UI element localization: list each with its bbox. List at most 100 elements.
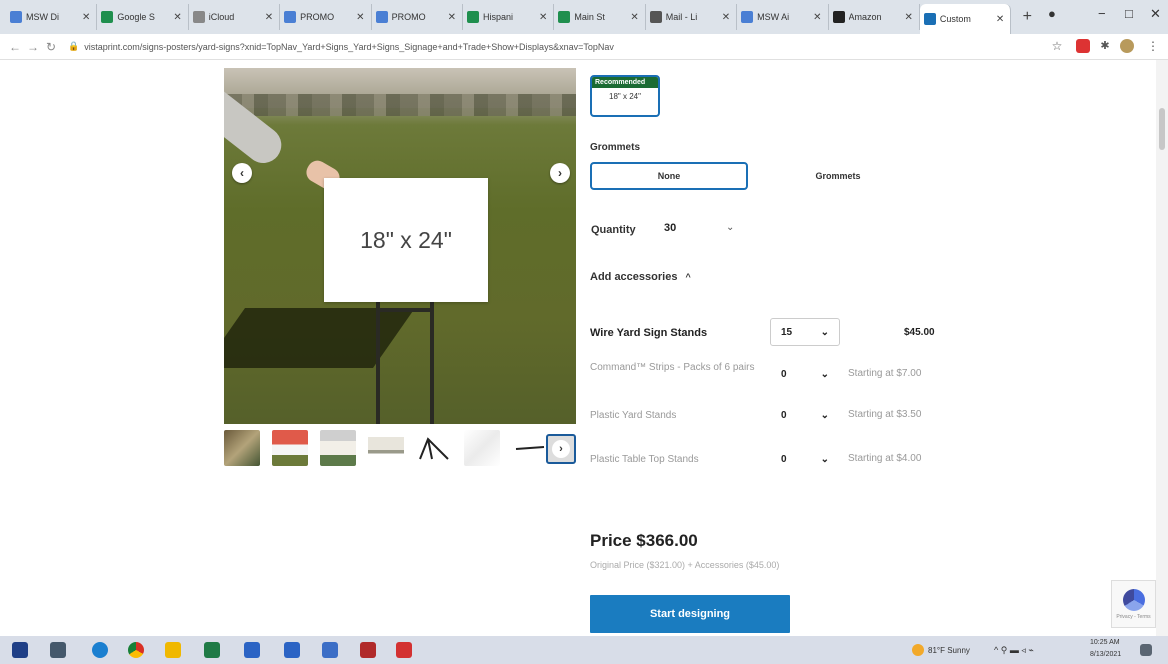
profile-icon[interactable]: ● <box>1048 6 1056 21</box>
chrome-icon[interactable] <box>128 642 144 658</box>
extension-red-icon[interactable] <box>1076 39 1090 53</box>
access-icon[interactable] <box>360 642 376 658</box>
close-tab-icon[interactable]: ✕ <box>173 12 181 23</box>
accessory-qty-select[interactable]: 0 ⌄ <box>770 445 840 473</box>
close-tab-icon[interactable]: ✕ <box>448 12 456 23</box>
thumb-wire[interactable] <box>512 430 548 466</box>
back-icon[interactable]: ← <box>6 40 24 54</box>
total-price: Price $366.00 <box>590 531 698 550</box>
browser-tab-label: Hispani <box>482 12 513 22</box>
quantity-label: Quantity <box>591 224 636 236</box>
star-icon[interactable]: ☆ <box>1050 39 1064 53</box>
menu-icon[interactable]: ⋮ <box>1146 39 1160 53</box>
minimize-icon[interactable]: − <box>1098 6 1106 21</box>
grommet-grommets-option[interactable]: Grommets <box>770 162 906 190</box>
accessory-name: Plastic Table Top Stands <box>590 454 699 465</box>
docs-icon <box>375 11 388 23</box>
browser-tab[interactable]: MSW Di ✕ <box>6 4 98 30</box>
forward-icon[interactable]: → <box>24 40 42 54</box>
close-window-icon[interactable]: ✕ <box>1150 6 1161 22</box>
excel-icon[interactable] <box>204 642 220 658</box>
thumb-next-button[interactable]: › <box>546 434 576 464</box>
accessory-price: Starting at $4.00 <box>848 453 922 464</box>
browser-tab[interactable]: Custom ✕ <box>919 4 1012 34</box>
reload-icon[interactable]: ↻ <box>42 40 60 54</box>
close-tab-icon[interactable]: ✕ <box>996 14 1004 25</box>
browser-tab[interactable]: MSW Ai ✕ <box>737 4 829 30</box>
weather-icon <box>912 644 924 656</box>
start-designing-button[interactable]: Start designing <box>590 595 790 633</box>
outlook-icon[interactable] <box>284 642 300 658</box>
accessory-qty-value: 0 <box>781 453 787 465</box>
browser-tab[interactable]: PROMO ✕ <box>372 4 463 30</box>
grommet-none-option[interactable]: None <box>590 162 748 190</box>
close-tab-icon[interactable]: ✕ <box>539 12 547 23</box>
size-option-card[interactable]: Recommended 18" x 24" <box>590 75 660 117</box>
url-text: vistaprint.com/signs-posters/yard-signs?… <box>84 41 614 52</box>
quantity-select[interactable]: 30 <box>664 222 676 234</box>
thumb-family[interactable] <box>224 430 260 466</box>
acrobat-icon[interactable] <box>396 642 412 658</box>
accessory-qty-select[interactable]: 0 ⌄ <box>770 360 840 388</box>
docs-icon <box>741 11 754 23</box>
browser-tab[interactable]: PROMO ✕ <box>280 4 372 30</box>
accessory-qty-value: 0 <box>781 368 787 380</box>
browser-tab[interactable]: Hispani ✕ <box>463 4 555 30</box>
clock-time[interactable]: 10:25 AM <box>1090 639 1120 646</box>
browser-tab[interactable]: Mail - Li ✕ <box>646 4 738 30</box>
add-accessories-toggle[interactable]: Add accessories ^ <box>590 271 691 283</box>
accessory-qty-select[interactable]: 0 ⌄ <box>770 401 840 429</box>
avatar[interactable] <box>1120 39 1134 53</box>
mail-icon <box>649 11 662 23</box>
accessory-price: $45.00 <box>904 327 935 338</box>
browser-tab[interactable]: Amazon ✕ <box>829 4 920 30</box>
docs-icon <box>10 11 22 23</box>
close-tab-icon[interactable]: ✕ <box>630 12 638 23</box>
tray-icons[interactable]: ^ ⚲ ▬ ◃ ⌁ <box>994 645 1034 656</box>
recaptcha-text: Privacy - Terms <box>1116 613 1151 620</box>
close-tab-icon[interactable]: ✕ <box>82 12 90 23</box>
scrollbar-thumb[interactable] <box>1159 108 1165 150</box>
notification-icon[interactable] <box>1140 644 1152 656</box>
recommended-badge: Recommended <box>592 77 658 88</box>
lock-icon: 🔒 <box>68 41 80 51</box>
browser-tab-label: Google S <box>117 12 155 22</box>
browser-tab-label: iCloud <box>208 12 235 22</box>
close-tab-icon[interactable]: ✕ <box>813 12 821 23</box>
thumb-plastic[interactable] <box>464 430 500 466</box>
task-view-icon[interactable] <box>50 642 66 658</box>
file-explorer-icon[interactable] <box>165 642 181 658</box>
browser-tab[interactable]: Main St ✕ <box>554 4 646 30</box>
maximize-icon[interactable]: □ <box>1125 6 1133 21</box>
browser-tab-label: Main St <box>574 12 605 22</box>
word-icon[interactable] <box>244 642 260 658</box>
weather-text[interactable]: 81°F Sunny <box>928 646 970 655</box>
edge-icon[interactable] <box>92 642 108 658</box>
recaptcha-badge[interactable]: Privacy - Terms <box>1111 580 1156 628</box>
browser-tab[interactable]: Google S ✕ <box>97 4 189 30</box>
sign-preview: 18" x 24" <box>324 178 488 302</box>
thumb-white-sign[interactable] <box>368 430 404 466</box>
windows-start-icon[interactable] <box>12 642 28 658</box>
close-tab-icon[interactable]: ✕ <box>722 12 730 23</box>
accessory-qty-select[interactable]: 15 ⌄ <box>770 318 840 346</box>
thumb-red-sign[interactable] <box>272 430 308 466</box>
close-tab-icon[interactable]: ✕ <box>905 12 913 23</box>
puzzle-icon[interactable]: ✱ <box>1098 39 1112 53</box>
browser-tab[interactable]: iCloud ✕ <box>189 4 281 30</box>
thumb-photo-sign[interactable] <box>320 430 356 466</box>
stake-left <box>376 300 380 424</box>
gallery-next-button[interactable]: › <box>550 163 570 183</box>
clock-date[interactable]: 8/13/2021 <box>1090 651 1121 658</box>
url-field[interactable]: 🔒 vistaprint.com/signs-posters/yard-sign… <box>68 41 614 52</box>
thumb-stand[interactable] <box>416 430 452 466</box>
close-tab-icon[interactable]: ✕ <box>265 12 273 23</box>
sign-size-text: 18" x 24" <box>360 226 452 253</box>
docs-icon <box>284 11 297 23</box>
close-tab-icon[interactable]: ✕ <box>356 12 364 23</box>
gallery-prev-button[interactable]: ‹ <box>232 163 252 183</box>
new-tab-button[interactable]: + <box>1019 8 1035 26</box>
chevron-down-icon[interactable]: ⌄ <box>726 222 734 233</box>
store-icon[interactable] <box>322 642 338 658</box>
recaptcha-icon <box>1122 588 1145 611</box>
